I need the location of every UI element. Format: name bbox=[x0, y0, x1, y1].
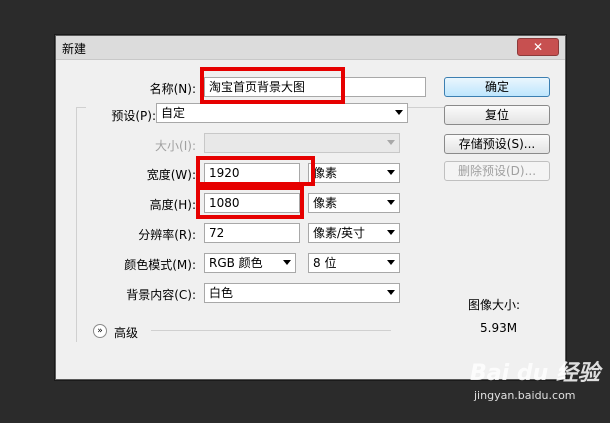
dialog-title: 新建 bbox=[62, 42, 87, 56]
reset-button[interactable]: 复位 bbox=[444, 105, 550, 125]
chevron-down-icon bbox=[387, 230, 395, 235]
preset-select[interactable]: 自定 bbox=[156, 103, 408, 123]
color-mode-select[interactable]: RGB 颜色 bbox=[204, 253, 296, 273]
ok-button[interactable]: 确定 bbox=[444, 77, 550, 97]
save-preset-button[interactable]: 存储预设(S)... bbox=[444, 134, 550, 154]
chevron-down-icon bbox=[387, 200, 395, 205]
color-mode-label: 颜色模式(M): bbox=[124, 258, 196, 272]
chevron-down-icon bbox=[387, 290, 395, 295]
color-mode-value: RGB 颜色 bbox=[209, 256, 263, 270]
chevron-down-icon bbox=[387, 140, 395, 145]
resolution-input[interactable]: 72 bbox=[204, 223, 300, 243]
bit-depth-select[interactable]: 8 位 bbox=[308, 253, 400, 273]
size-label: 大小(I): bbox=[155, 139, 196, 153]
width-unit-select[interactable]: 像素 bbox=[308, 163, 400, 183]
image-size-value: 5.93M bbox=[480, 321, 518, 335]
chevron-down-icon bbox=[387, 260, 395, 265]
chevron-down-icon bbox=[387, 170, 395, 175]
image-size-label: 图像大小: bbox=[468, 298, 521, 312]
advanced-divider bbox=[151, 330, 391, 331]
watermark-logo: Bai du 经验 bbox=[470, 361, 600, 386]
group-border-left bbox=[76, 107, 77, 342]
title-bar[interactable]: 新建 ✕ bbox=[56, 36, 565, 60]
baidu-watermark: Bai du 经验 jingyan.baidu.com bbox=[470, 355, 600, 402]
size-select bbox=[204, 133, 400, 153]
close-button[interactable]: ✕ bbox=[517, 38, 559, 56]
name-label: 名称(N): bbox=[149, 82, 196, 96]
height-unit-value: 像素 bbox=[313, 196, 338, 210]
chevron-down-icon bbox=[395, 110, 403, 115]
height-label: 高度(H): bbox=[149, 198, 196, 212]
resolution-unit-select[interactable]: 像素/英寸 bbox=[308, 223, 400, 243]
highlight-width-field bbox=[196, 156, 315, 186]
preset-label: 预设(P): bbox=[86, 107, 156, 124]
preset-value: 自定 bbox=[161, 106, 186, 120]
width-unit-value: 像素 bbox=[313, 166, 338, 180]
highlight-height-field bbox=[196, 186, 304, 219]
chevron-down-icon bbox=[283, 260, 291, 265]
background-value: 白色 bbox=[209, 286, 234, 300]
background-select[interactable]: 白色 bbox=[204, 283, 400, 303]
resolution-unit-value: 像素/英寸 bbox=[313, 226, 366, 240]
watermark-url: jingyan.baidu.com bbox=[474, 389, 576, 402]
highlight-name-field bbox=[200, 67, 345, 104]
advanced-label: 高级 bbox=[114, 326, 139, 340]
double-chevron-down-icon: » bbox=[97, 326, 103, 336]
background-label: 背景内容(C): bbox=[126, 288, 196, 302]
expand-advanced-button[interactable]: » bbox=[93, 324, 107, 338]
width-label: 宽度(W): bbox=[146, 168, 196, 182]
delete-preset-button[interactable]: 删除预设(D)... bbox=[444, 161, 550, 181]
close-icon: ✕ bbox=[532, 40, 544, 54]
resolution-label: 分辨率(R): bbox=[138, 228, 196, 242]
bit-depth-value: 8 位 bbox=[313, 256, 337, 270]
new-document-dialog: 新建 ✕ 名称(N): 淘宝首页背景大图 预设(P): 自定 大小(I): 宽度… bbox=[55, 35, 566, 380]
height-unit-select[interactable]: 像素 bbox=[308, 193, 400, 213]
